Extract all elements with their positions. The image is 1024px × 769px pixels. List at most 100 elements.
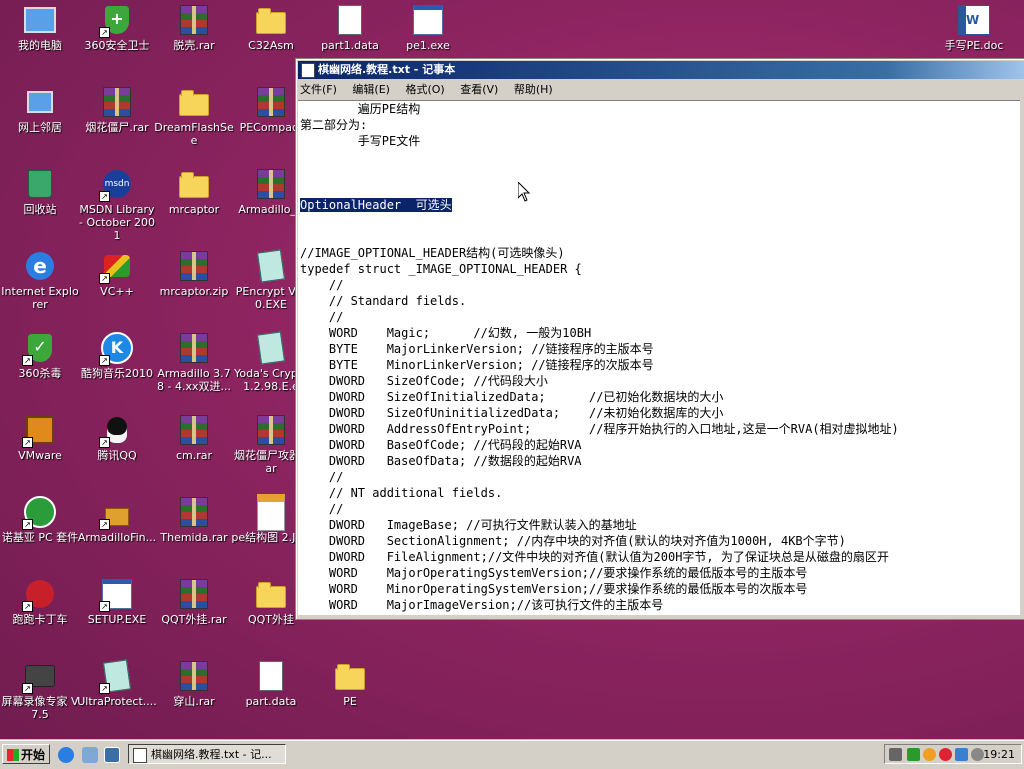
folder-icon bbox=[178, 168, 210, 200]
text-line[interactable]: // NT additional fields. bbox=[300, 485, 1020, 501]
taskbar-button-notepad[interactable]: 棋幽网络.教程.txt - 记... bbox=[128, 744, 286, 764]
desktop-icon-pe-folder[interactable]: PE bbox=[310, 660, 390, 708]
text-line[interactable]: DWORD ImageBase; //可执行文件默认装入的基地址 bbox=[300, 517, 1020, 533]
tray-app-icon[interactable] bbox=[907, 748, 920, 761]
text-line[interactable] bbox=[300, 149, 1020, 165]
text-line[interactable]: 第二部分为: bbox=[300, 117, 1020, 133]
desktop-icon-armadillofin[interactable]: ↗ ArmadilloFin... bbox=[77, 496, 157, 544]
desktop-icon-themida-rar[interactable]: Themida.rar bbox=[154, 496, 234, 544]
ie-quicklaunch-icon[interactable] bbox=[58, 747, 74, 763]
desktop-icon-chuanshan-rar[interactable]: 穿山.rar bbox=[154, 660, 234, 708]
exe-window-icon bbox=[412, 4, 444, 36]
clock[interactable]: 19:21 bbox=[983, 745, 1015, 764]
desktop-icon-yanhua-rar[interactable]: 烟花僵尸.rar bbox=[77, 86, 157, 134]
selected-text[interactable]: OptionalHeader 可选头 bbox=[300, 198, 452, 212]
text-line[interactable]: WORD Magic; //幻数, 一般为10BH bbox=[300, 325, 1020, 341]
kugou-icon: K ↗ bbox=[99, 332, 133, 366]
text-line[interactable]: typedef struct _IMAGE_OPTIONAL_HEADER { bbox=[300, 261, 1020, 277]
internet-explorer-icon: e bbox=[24, 250, 56, 282]
desktop-icon-ie[interactable]: e Internet Explorer bbox=[0, 250, 80, 311]
volume-icon[interactable] bbox=[971, 748, 984, 761]
start-button[interactable]: 开始 bbox=[2, 744, 50, 764]
desktop-icon-vmware[interactable]: ↗ VMware bbox=[0, 414, 80, 462]
desktop-icon-360-antivirus[interactable]: ✓ ↗ 360杀毒 bbox=[0, 332, 80, 380]
desktop-icon-qq[interactable]: ↗ 腾讯QQ bbox=[77, 414, 157, 462]
text-line[interactable]: DWORD SizeOfUninitializedData; //未初始化数据库… bbox=[300, 405, 1020, 421]
text-editor[interactable]: 遍历PE结构 第二部分为: 手写PE文件 OptionalHeader 可选头 /… bbox=[298, 100, 1020, 615]
desktop-icon-mrcaptor-zip[interactable]: mrcaptor.zip bbox=[154, 250, 234, 298]
text-line[interactable] bbox=[300, 213, 1020, 229]
notepad-icon bbox=[133, 748, 147, 763]
desktop-icon-handwritten-pe-doc[interactable]: W 手写PE.doc bbox=[934, 4, 1014, 52]
text-line[interactable]: DWORD BaseOfData; //数据段的起始RVA bbox=[300, 453, 1020, 469]
text-line[interactable]: // bbox=[300, 469, 1020, 485]
menu-file[interactable]: 文件(F) bbox=[300, 83, 337, 96]
show-desktop-icon[interactable] bbox=[104, 747, 120, 763]
text-line[interactable]: WORD MajorOperatingSystemVersion;//要求操作系… bbox=[300, 565, 1020, 581]
document-text[interactable]: 遍历PE结构 第二部分为: 手写PE文件 OptionalHeader 可选头 /… bbox=[298, 101, 1020, 613]
desktop-icon-nokia-pc-suite[interactable]: ↗ 诺基亚 PC 套件 bbox=[0, 496, 80, 544]
desktop-icon-screen-recorder[interactable]: ↗ 屏幕录像专家 V7.5 bbox=[0, 660, 80, 721]
text-line[interactable]: DWORD SizeOfCode; //代码段大小 bbox=[300, 373, 1020, 389]
desktop-icon-network[interactable]: 网上邻居 bbox=[0, 86, 80, 134]
text-line[interactable]: // bbox=[300, 277, 1020, 293]
text-line[interactable]: 遍历PE结构 bbox=[300, 101, 1020, 117]
desktop-icon-recycle-bin[interactable]: 回收站 bbox=[0, 168, 80, 216]
text-line[interactable]: DWORD SizeOfInitializedData; //已初始化数据块的大… bbox=[300, 389, 1020, 405]
desktop-icon-cm-rar[interactable]: cm.rar bbox=[154, 414, 234, 462]
desktop-icon-msdn[interactable]: msdn ↗ MSDN Library - October 2001 bbox=[77, 168, 157, 242]
media-quicklaunch-icon[interactable] bbox=[82, 747, 98, 763]
desktop-icon-kugou[interactable]: K ↗ 酷狗音乐2010 bbox=[77, 332, 157, 380]
keyboard-icon[interactable] bbox=[889, 748, 902, 761]
rar-archive-icon bbox=[255, 168, 287, 200]
text-line[interactable]: WORD MajorImageVersion;//该可执行文件的主版本号 bbox=[300, 597, 1020, 613]
setup-icon: ↗ bbox=[99, 578, 133, 612]
desktop-icon-part-data[interactable]: part.data bbox=[231, 660, 311, 708]
menu-format[interactable]: 格式(O) bbox=[405, 83, 444, 96]
desktop-icon-vcpp[interactable]: ↗ VC++ bbox=[77, 250, 157, 298]
text-line[interactable]: // bbox=[300, 501, 1020, 517]
text-line[interactable] bbox=[300, 229, 1020, 245]
tray-penguin-icon[interactable] bbox=[939, 748, 952, 761]
shield-icon: ✓ ↗ bbox=[22, 332, 56, 366]
network-tray-icon[interactable] bbox=[955, 748, 968, 761]
text-line[interactable]: OptionalHeader 可选头 bbox=[300, 197, 1020, 213]
desktop-icon-ultraprotect[interactable]: ↗ UltraProtect.... bbox=[77, 659, 157, 708]
text-line[interactable]: BYTE MinorLinkerVersion; //链接程序的次版本号 bbox=[300, 357, 1020, 373]
text-line[interactable] bbox=[300, 165, 1020, 181]
text-line[interactable]: WORD MinorOperatingSystemVersion;//要求操作系… bbox=[300, 581, 1020, 597]
desktop-icon-part1-data[interactable]: part1.data bbox=[310, 4, 390, 52]
desktop-icon-tuoke-rar[interactable]: 脱壳.rar bbox=[154, 4, 234, 52]
text-line[interactable]: //IMAGE_OPTIONAL_HEADER结构(可选映像头) bbox=[300, 245, 1020, 261]
desktop-icon-pe1-exe[interactable]: pe1.exe bbox=[388, 4, 468, 52]
menu-view[interactable]: 查看(V) bbox=[460, 83, 498, 96]
text-line[interactable] bbox=[300, 181, 1020, 197]
menu-edit[interactable]: 编辑(E) bbox=[352, 83, 390, 96]
desktop-icon-qqt-rar[interactable]: QQT外挂.rar bbox=[154, 578, 234, 626]
desktop-icon-dreamflashsee[interactable]: DreamFlashSee bbox=[154, 86, 234, 147]
recycle-bin-icon bbox=[24, 168, 56, 200]
start-label: 开始 bbox=[20, 748, 45, 762]
text-line[interactable]: // bbox=[300, 309, 1020, 325]
text-line[interactable]: DWORD AddressOfEntryPoint; //程序开始执行的入口地址… bbox=[300, 421, 1020, 437]
text-line[interactable]: DWORD FileAlignment;//文件中块的对齐值(默认值为200H字… bbox=[300, 549, 1020, 565]
text-line[interactable]: BYTE MajorLinkerVersion; //链接程序的主版本号 bbox=[300, 341, 1020, 357]
jpg-image-icon bbox=[255, 493, 287, 531]
text-line[interactable]: 手写PE文件 bbox=[300, 133, 1020, 149]
qq-tray-icon[interactable] bbox=[923, 748, 936, 761]
desktop-icon-c32asm[interactable]: C32Asm bbox=[231, 4, 311, 52]
text-line[interactable]: DWORD BaseOfCode; //代码段的起始RVA bbox=[300, 437, 1020, 453]
desktop-icon-kart[interactable]: ↗ 跑跑卡丁车 bbox=[0, 578, 80, 626]
rar-archive-icon bbox=[178, 414, 210, 446]
desktop-icon-armadillo-378[interactable]: Armadillo 3.78 - 4.xx双进... bbox=[154, 332, 234, 393]
menu-help[interactable]: 帮助(H) bbox=[514, 83, 553, 96]
text-line[interactable]: // Standard fields. bbox=[300, 293, 1020, 309]
desktop-icon-mrcaptor[interactable]: mrcaptor bbox=[154, 168, 234, 216]
notepad-window[interactable]: 棋幽网络.教程.txt - 记事本 文件(F) 编辑(E) 格式(O) 查看(V… bbox=[295, 58, 1024, 620]
notepad-titlebar[interactable]: 棋幽网络.教程.txt - 记事本 bbox=[298, 61, 1024, 79]
text-line[interactable]: DWORD SectionAlignment; //内存中块的对齐值(默认的块对… bbox=[300, 533, 1020, 549]
msdn-icon: msdn ↗ bbox=[99, 168, 133, 202]
desktop-icon-my-computer[interactable]: 我的电脑 bbox=[0, 4, 80, 52]
desktop-icon-setup[interactable]: ↗ SETUP.EXE bbox=[77, 578, 157, 626]
desktop-icon-360-safe[interactable]: + ↗ 360安全卫士 bbox=[77, 4, 157, 52]
